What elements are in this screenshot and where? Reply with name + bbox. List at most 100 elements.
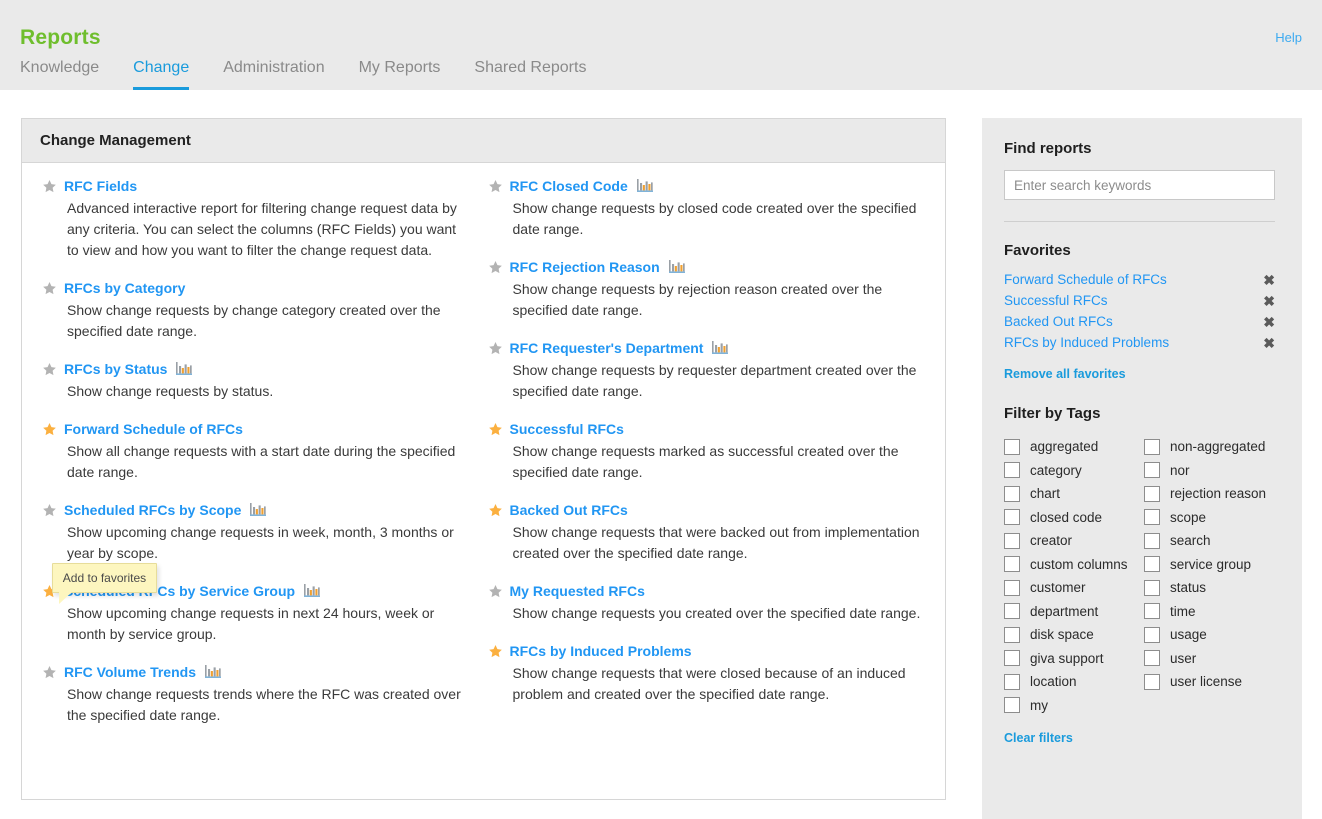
checkbox[interactable]: [1004, 509, 1020, 525]
tag-label[interactable]: chart: [1030, 486, 1060, 501]
report-link[interactable]: Scheduled RFCs by Scope: [64, 501, 241, 519]
report-link[interactable]: RFC Volume Trends: [64, 663, 196, 681]
checkbox[interactable]: [1144, 674, 1160, 690]
checkbox[interactable]: [1004, 533, 1020, 549]
tab-my-reports[interactable]: My Reports: [359, 58, 441, 90]
tag-label[interactable]: my: [1030, 698, 1048, 713]
tag-label[interactable]: usage: [1170, 627, 1207, 642]
remove-favorite-icon[interactable]: ✖: [1263, 315, 1275, 329]
report-link[interactable]: RFC Closed Code: [510, 177, 628, 195]
clear-filters-link[interactable]: Clear filters: [1004, 731, 1073, 745]
remove-favorite-icon[interactable]: ✖: [1263, 336, 1275, 350]
star-filled-icon[interactable]: [488, 422, 503, 437]
checkbox[interactable]: [1144, 627, 1160, 643]
report-link[interactable]: RFCs by Status: [64, 360, 167, 378]
tag-label[interactable]: department: [1030, 604, 1098, 619]
checkbox[interactable]: [1004, 580, 1020, 596]
tag-label[interactable]: location: [1030, 674, 1077, 689]
checkbox[interactable]: [1144, 486, 1160, 502]
report-link[interactable]: RFCs by Induced Problems: [510, 642, 692, 660]
tab-knowledge[interactable]: Knowledge: [20, 58, 99, 90]
checkbox[interactable]: [1144, 439, 1160, 455]
bar-chart-icon[interactable]: [176, 362, 192, 376]
tag-label[interactable]: scope: [1170, 510, 1206, 525]
star-filled-icon[interactable]: [42, 422, 57, 437]
checkbox[interactable]: [1004, 486, 1020, 502]
checkbox[interactable]: [1004, 603, 1020, 619]
tag-label[interactable]: time: [1170, 604, 1196, 619]
report-link[interactable]: RFC Rejection Reason: [510, 258, 660, 276]
checkbox[interactable]: [1144, 580, 1160, 596]
bar-chart-icon[interactable]: [669, 260, 685, 274]
star-outline-icon[interactable]: [42, 503, 57, 518]
tag-label[interactable]: creator: [1030, 533, 1072, 548]
checkbox[interactable]: [1004, 697, 1020, 713]
tag-label[interactable]: service group: [1170, 557, 1251, 572]
star-filled-icon[interactable]: [488, 644, 503, 659]
tab-administration[interactable]: Administration: [223, 58, 324, 90]
checkbox[interactable]: [1144, 603, 1160, 619]
checkbox[interactable]: [1004, 439, 1020, 455]
report-description: Show change requests you created over th…: [513, 603, 927, 624]
favorite-link[interactable]: Backed Out RFCs: [1004, 314, 1113, 329]
tag-label[interactable]: aggregated: [1030, 439, 1098, 454]
favorite-link[interactable]: Successful RFCs: [1004, 293, 1108, 308]
star-outline-icon[interactable]: [42, 179, 57, 194]
star-outline-icon[interactable]: [488, 584, 503, 599]
report-description: Show change requests trends where the RF…: [67, 684, 466, 726]
search-input[interactable]: [1004, 170, 1275, 200]
tab-shared-reports[interactable]: Shared Reports: [474, 58, 586, 90]
star-outline-icon[interactable]: [42, 665, 57, 680]
favorite-link[interactable]: RFCs by Induced Problems: [1004, 335, 1169, 350]
remove-favorite-icon[interactable]: ✖: [1263, 273, 1275, 287]
bar-chart-icon[interactable]: [304, 584, 320, 598]
tag-label[interactable]: giva support: [1030, 651, 1104, 666]
tag-label[interactable]: nor: [1170, 463, 1190, 478]
checkbox[interactable]: [1144, 650, 1160, 666]
tag-label[interactable]: status: [1170, 580, 1206, 595]
bar-chart-icon[interactable]: [637, 179, 653, 193]
checkbox[interactable]: [1004, 674, 1020, 690]
tag-label[interactable]: category: [1030, 463, 1082, 478]
checkbox[interactable]: [1144, 533, 1160, 549]
checkbox[interactable]: [1004, 462, 1020, 478]
report-link[interactable]: RFC Requester's Department: [510, 339, 704, 357]
star-outline-icon[interactable]: [488, 179, 503, 194]
checkbox[interactable]: [1144, 509, 1160, 525]
tag-filter-row: chart: [1004, 482, 1144, 506]
remove-favorite-icon[interactable]: ✖: [1263, 294, 1275, 308]
report-link[interactable]: Successful RFCs: [510, 420, 624, 438]
checkbox[interactable]: [1004, 650, 1020, 666]
tag-label[interactable]: rejection reason: [1170, 486, 1266, 501]
tag-label[interactable]: user license: [1170, 674, 1242, 689]
tag-label[interactable]: disk space: [1030, 627, 1094, 642]
bar-chart-icon[interactable]: [205, 665, 221, 679]
report-link[interactable]: My Requested RFCs: [510, 582, 645, 600]
star-outline-icon[interactable]: [488, 260, 503, 275]
star-outline-icon[interactable]: [42, 362, 57, 377]
report-link[interactable]: Forward Schedule of RFCs: [64, 420, 243, 438]
checkbox[interactable]: [1144, 556, 1160, 572]
report-link[interactable]: RFC Fields: [64, 177, 137, 195]
tag-label[interactable]: user: [1170, 651, 1196, 666]
tag-label[interactable]: search: [1170, 533, 1211, 548]
report-link[interactable]: Backed Out RFCs: [510, 501, 628, 519]
tag-label[interactable]: closed code: [1030, 510, 1102, 525]
bar-chart-icon[interactable]: [712, 341, 728, 355]
star-outline-icon[interactable]: [488, 341, 503, 356]
tag-label[interactable]: custom columns: [1030, 557, 1128, 572]
tag-label[interactable]: customer: [1030, 580, 1086, 595]
tag-label[interactable]: non-aggregated: [1170, 439, 1265, 454]
checkbox[interactable]: [1144, 462, 1160, 478]
bar-chart-icon[interactable]: [250, 503, 266, 517]
checkbox[interactable]: [1004, 627, 1020, 643]
favorite-link[interactable]: Forward Schedule of RFCs: [1004, 272, 1167, 287]
remove-all-favorites-link[interactable]: Remove all favorites: [1004, 367, 1126, 381]
help-link[interactable]: Help: [1275, 30, 1302, 45]
star-outline-icon[interactable]: [42, 281, 57, 296]
report-link[interactable]: RFCs by Category: [64, 279, 185, 297]
report-column-left: RFC FieldsAdvanced interactive report fo…: [22, 177, 484, 799]
checkbox[interactable]: [1004, 556, 1020, 572]
tab-change[interactable]: Change: [133, 58, 189, 90]
star-filled-icon[interactable]: [488, 503, 503, 518]
